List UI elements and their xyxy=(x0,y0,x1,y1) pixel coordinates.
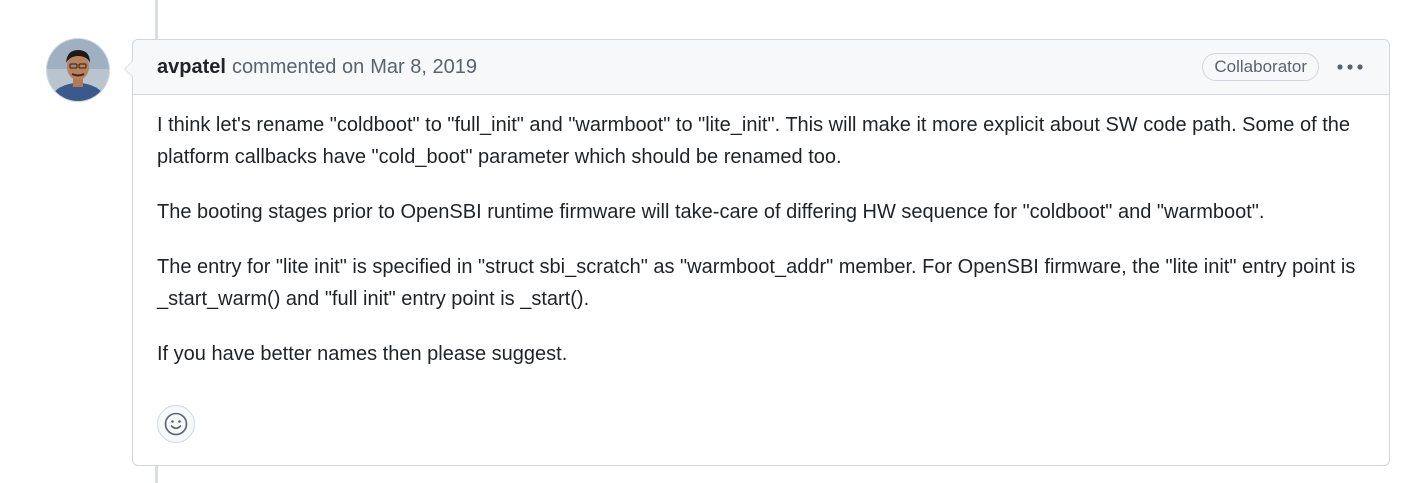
comment-paragraph: If you have better names then please sug… xyxy=(157,343,568,365)
author-link[interactable]: avpatel xyxy=(157,56,226,79)
header-actions: Collaborator xyxy=(1202,53,1365,81)
comment-header: avpatel commented on Mar 8, 2019 Collabo… xyxy=(133,40,1389,95)
comment-paragraph: I think let's rename "coldboot" to "full… xyxy=(157,114,1351,168)
comment-caret-fill xyxy=(125,61,133,77)
kebab-horizontal-icon xyxy=(1337,64,1363,70)
smiley-icon xyxy=(164,412,188,436)
more-options-button[interactable] xyxy=(1335,55,1365,79)
comment-paragraph: The entry for "lite init" is specified i… xyxy=(157,256,1356,310)
comment-paragraph: The booting stages prior to OpenSBI runt… xyxy=(157,201,1265,223)
comment-action: commented on xyxy=(231,55,365,78)
user-avatar-image xyxy=(47,39,109,101)
add-reaction-button[interactable] xyxy=(157,405,195,443)
avatar[interactable] xyxy=(47,39,109,101)
comment-card: avpatel commented on Mar 8, 2019 Collabo… xyxy=(124,39,1390,466)
comment-body: I think let's rename "coldboot" to "full… xyxy=(133,95,1389,370)
role-badge: Collaborator xyxy=(1202,53,1319,81)
comment-timestamp-link[interactable]: Mar 8, 2019 xyxy=(370,56,477,79)
